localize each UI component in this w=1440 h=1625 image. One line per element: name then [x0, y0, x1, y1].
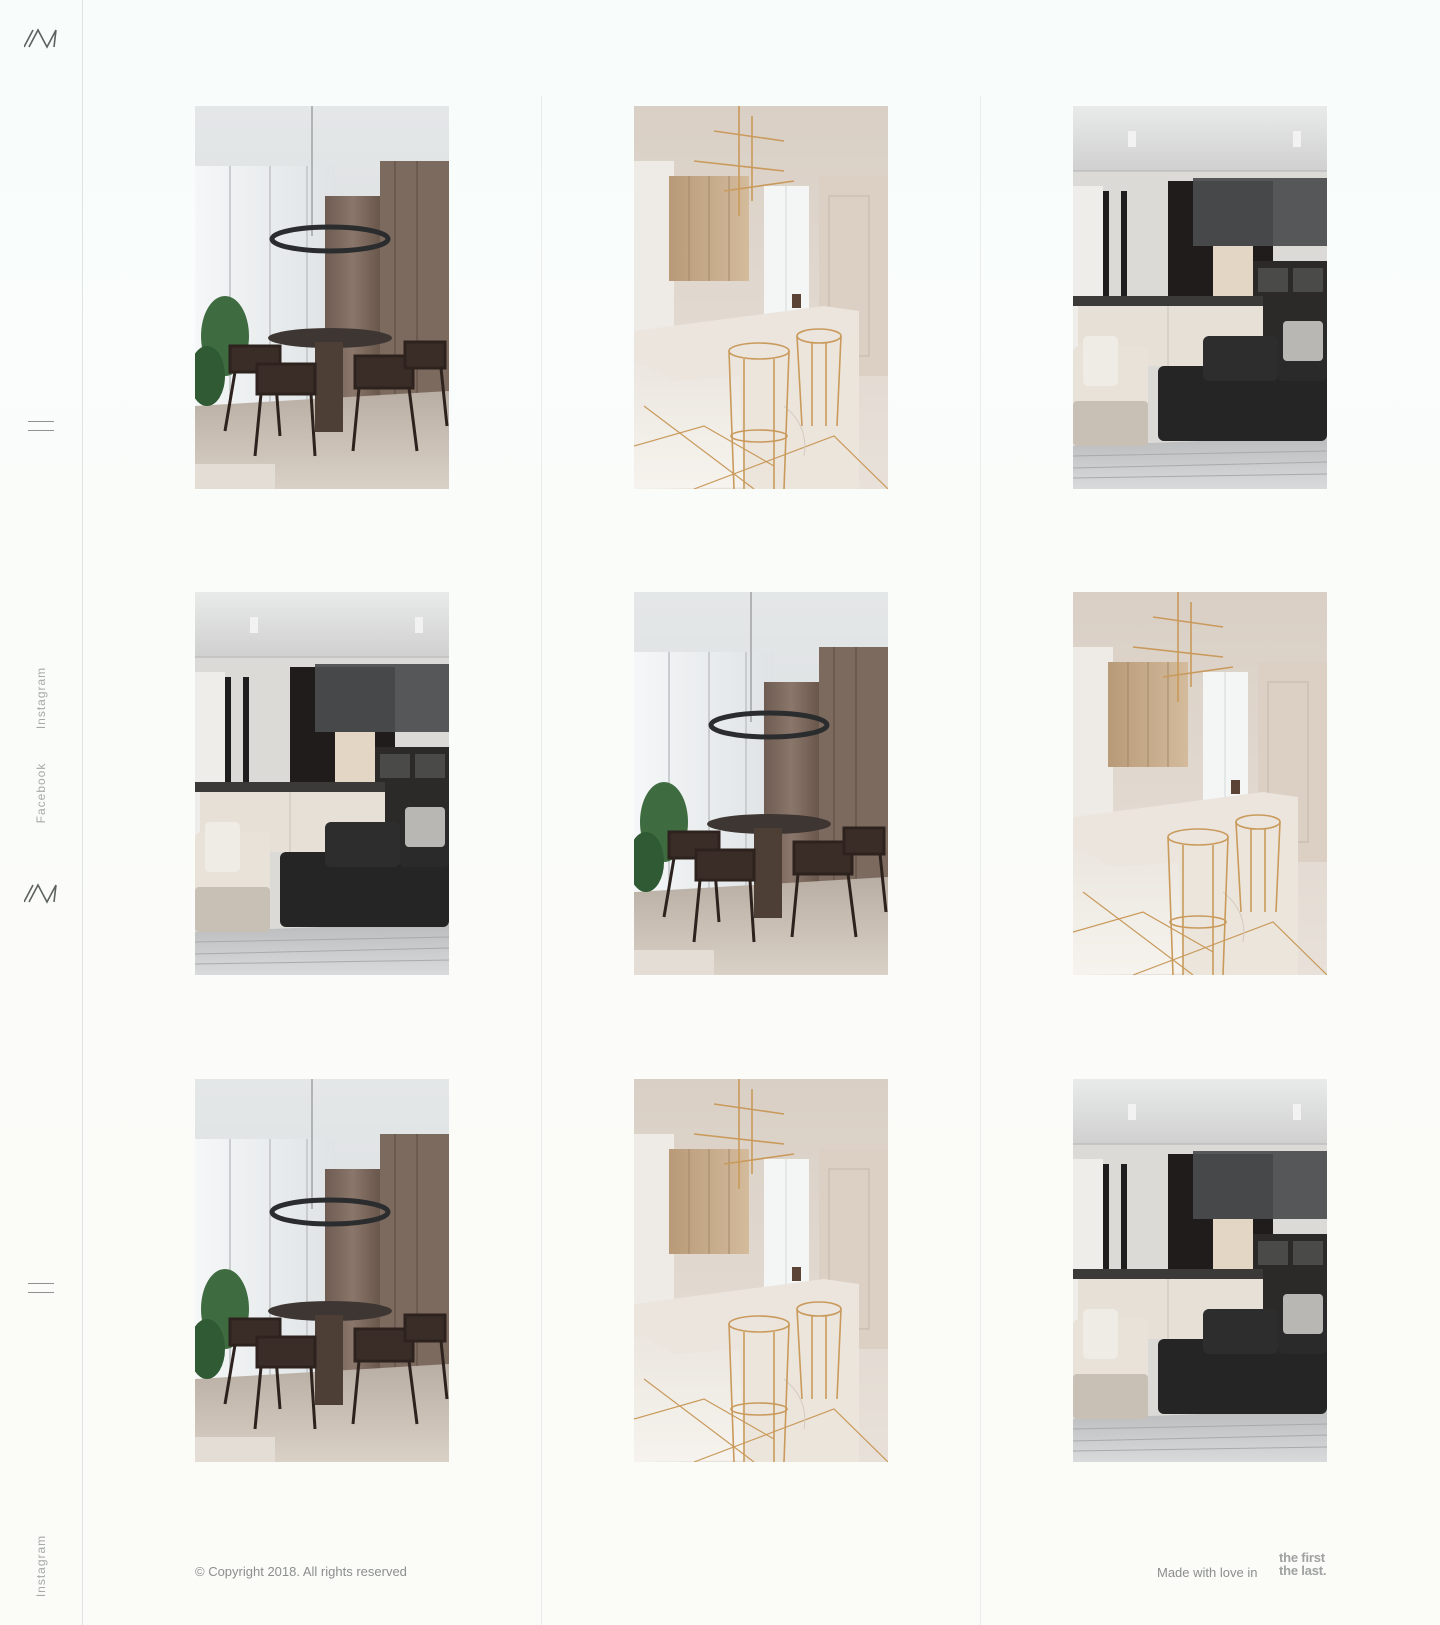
instagram-link[interactable]: Instagram — [34, 667, 48, 729]
gallery-image[interactable] — [195, 106, 449, 489]
monogram-logo-icon[interactable] — [24, 882, 58, 904]
sidebar: Instagram Facebook Instagram — [0, 0, 83, 1625]
gallery-image[interactable] — [634, 1079, 888, 1462]
brand-line-2: the last. — [1279, 1563, 1327, 1578]
gallery-image[interactable] — [195, 592, 449, 975]
living-room-photo — [195, 592, 449, 975]
living-room-photo — [1073, 106, 1327, 489]
facebook-link[interactable]: Facebook — [34, 763, 48, 824]
column-divider — [980, 96, 981, 1625]
gallery-image[interactable] — [634, 106, 888, 489]
kitchen-photo — [634, 1079, 888, 1462]
hamburger-menu-icon[interactable] — [28, 1283, 54, 1297]
dining-room-photo — [195, 106, 449, 489]
column-divider — [541, 96, 542, 1625]
kitchen-photo — [634, 106, 888, 489]
gallery-image[interactable] — [1073, 592, 1327, 975]
copyright-text: © Copyright 2018. All rights reserved — [195, 1564, 407, 1579]
studio-brand-logo[interactable]: the first the last. — [1279, 1551, 1327, 1578]
living-room-photo — [1073, 1079, 1327, 1462]
kitchen-photo — [1073, 592, 1327, 975]
dining-room-photo — [195, 1079, 449, 1462]
hamburger-menu-icon[interactable] — [28, 421, 54, 435]
dining-room-photo — [634, 592, 888, 975]
gallery-image[interactable] — [1073, 106, 1327, 489]
gallery-image[interactable] — [1073, 1079, 1327, 1462]
made-with-love-text: Made with love in — [1157, 1565, 1258, 1580]
monogram-logo-icon[interactable] — [24, 27, 58, 49]
gallery-image[interactable] — [195, 1079, 449, 1462]
gallery-image[interactable] — [634, 592, 888, 975]
instagram-link[interactable]: Instagram — [34, 1535, 48, 1597]
